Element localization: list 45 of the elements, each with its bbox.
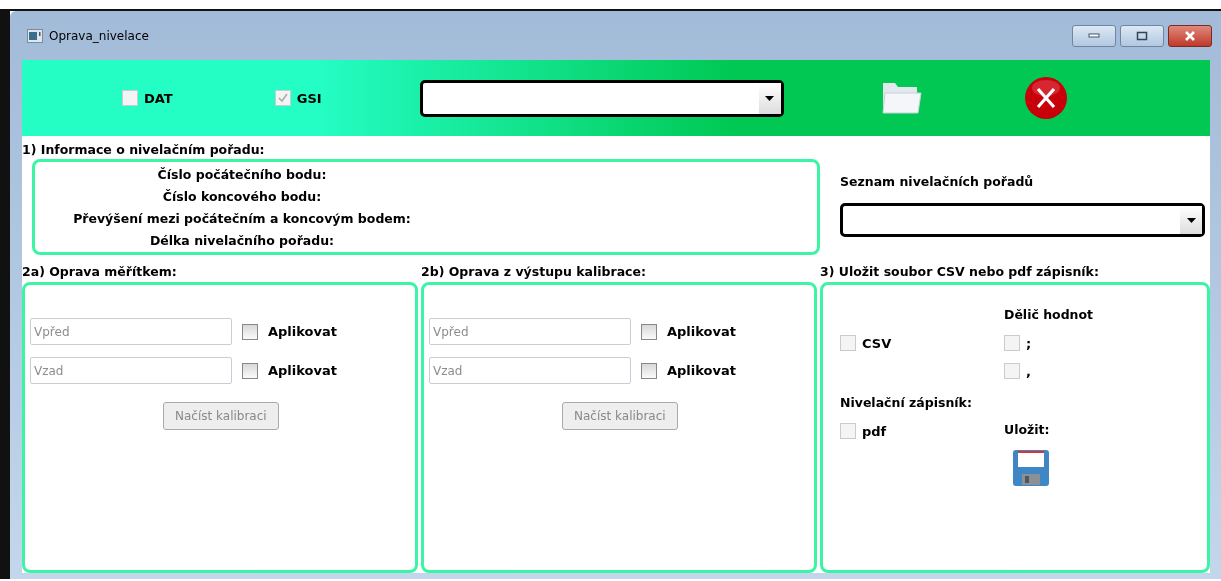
- checkbox-label: Aplikovat: [667, 363, 736, 378]
- checkbox-label: GSI: [296, 90, 322, 106]
- checkbox[interactable]: [641, 323, 657, 340]
- window-title: Oprava_nivelace: [49, 28, 149, 43]
- file-dropdown[interactable]: [419, 79, 784, 117]
- save-label: Uložit:: [1004, 422, 1051, 437]
- info-label: Délka nivelačního pořadu:: [148, 232, 336, 250]
- input-field[interactable]: Vzad: [30, 357, 232, 384]
- close-icon: [1183, 30, 1197, 41]
- info-label: Číslo počátečního bodu:: [156, 166, 328, 184]
- checkbox-label: pdf: [862, 423, 887, 439]
- separator-title: Dělič hodnot: [1004, 307, 1095, 322]
- checkbox-label: DAT: [144, 90, 173, 106]
- close-icon[interactable]: [1023, 76, 1068, 120]
- checkbox[interactable]: [242, 323, 258, 340]
- notebook-title: Nivelační zápisník:: [840, 395, 973, 410]
- checkbox-label: ;: [1026, 335, 1032, 351]
- info-label: Číslo koncového bodu:: [161, 188, 323, 206]
- input-field[interactable]: Vzad: [429, 357, 631, 384]
- input-field[interactable]: Vpřed: [30, 318, 232, 345]
- checkbox-label: ,: [1026, 363, 1031, 379]
- route-dropdown[interactable]: [840, 203, 1205, 237]
- checkbox-label: Aplikovat: [268, 363, 337, 378]
- maximize-button[interactable]: [1120, 24, 1164, 47]
- maximize-icon: [1136, 30, 1148, 41]
- save-icon[interactable]: [1012, 449, 1050, 487]
- info-label: Převýšení mezi počátečním a koncovým bodem:: [72, 210, 412, 228]
- checkbox-label: Aplikovat: [667, 324, 736, 339]
- section-title: 2b) Oprava z výstupu kalibrace:: [421, 264, 647, 279]
- caret-icon: [1186, 217, 1196, 223]
- section-title: 1) Informace o nivelačním pořadu:: [22, 142, 266, 157]
- checkbox-label: CSV: [862, 335, 892, 351]
- check-icon: [277, 93, 288, 103]
- close-button[interactable]: [1168, 24, 1212, 47]
- checkbox[interactable]: [242, 362, 258, 379]
- app-icon: [27, 28, 43, 43]
- section-title: 2a) Oprava měřítkem:: [22, 264, 178, 279]
- route-list-label: Seznam nivelačních pořadů: [840, 174, 1035, 189]
- checkbox-label: Aplikovat: [268, 324, 337, 339]
- caret-icon: [765, 95, 775, 101]
- folder-icon[interactable]: [880, 80, 923, 116]
- minimize-icon: [1088, 32, 1100, 39]
- checkbox[interactable]: [641, 362, 657, 379]
- input-field[interactable]: Vpřed: [429, 318, 631, 345]
- section-title: 3) Uložit soubor CSV nebo pdf zápisník:: [820, 264, 1100, 279]
